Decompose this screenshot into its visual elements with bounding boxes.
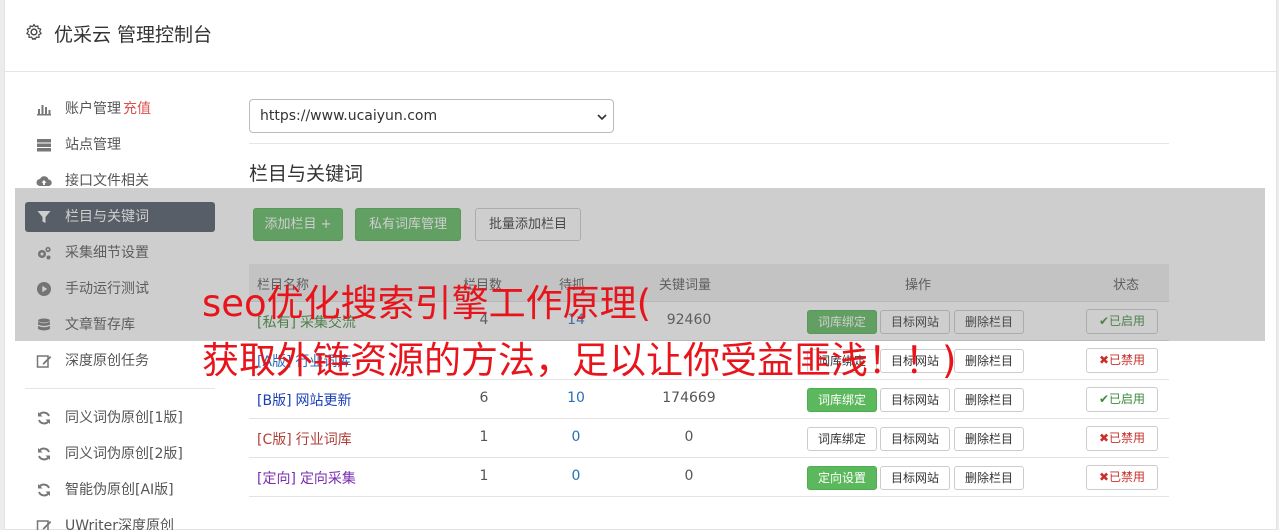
sidebar-divider xyxy=(25,388,215,389)
column-name[interactable]: 定向采集 xyxy=(300,471,356,487)
sidebar-item-ai-rewrite[interactable]: 智能伪原创[AI版] xyxy=(25,475,215,505)
table-row: [B版] 网站更新 6 10 174669 词库绑定 目标网站 删除栏目 ✔已启用 xyxy=(249,380,1169,419)
edit-icon xyxy=(36,355,52,368)
pending-count[interactable]: 0 xyxy=(561,429,591,445)
delete-column-button[interactable]: 删除栏目 xyxy=(954,466,1024,490)
gear-icon xyxy=(26,23,42,41)
sidebar-item-synonym-v1[interactable]: 同义词伪原创[1版] xyxy=(25,403,215,433)
column-count: 6 xyxy=(479,390,489,406)
sidebar-item-synonym-v2[interactable]: 同义词伪原创[2版] xyxy=(25,439,215,469)
sidebar-item-label: 智能伪原创[AI版] xyxy=(65,482,174,498)
column-tag: [B版] xyxy=(257,393,292,409)
edit-icon xyxy=(36,520,52,530)
sidebar-item-label: 同义词伪原创[1版] xyxy=(65,410,183,426)
status-toggle[interactable]: ✖已禁用 xyxy=(1086,426,1158,451)
column-name[interactable]: 行业词库 xyxy=(296,432,352,448)
delete-column-button[interactable]: 删除栏目 xyxy=(954,427,1024,451)
watermark-line-2: 获取外链资源的方法，足以让你受益匪浅！！) xyxy=(202,339,957,382)
section-title: 栏目与关键词 xyxy=(249,163,364,185)
sidebar-item-account[interactable]: 账户管理 充值 xyxy=(25,94,215,124)
pending-count[interactable]: 10 xyxy=(561,390,591,406)
recharge-link[interactable]: 充值 xyxy=(123,101,151,117)
target-site-button[interactable]: 目标网站 xyxy=(880,388,950,412)
lexicon-bind-button[interactable]: 词库绑定 xyxy=(807,427,877,451)
server-icon xyxy=(37,139,51,152)
top-bar: 优采云 管理控制台 xyxy=(5,0,1278,72)
status-toggle[interactable]: ✖已禁用 xyxy=(1086,348,1158,373)
status-toggle[interactable]: ✔已启用 xyxy=(1086,387,1158,412)
keyword-count: 0 xyxy=(684,468,694,484)
refresh-icon xyxy=(38,411,50,425)
refresh-icon xyxy=(38,447,50,461)
column-tag: [C版] xyxy=(257,432,292,448)
column-name[interactable]: 网站更新 xyxy=(296,393,352,409)
column-count: 1 xyxy=(479,468,489,484)
watermark-line-1: seo优化搜索引擎工作原理( xyxy=(202,282,652,325)
lexicon-bind-button[interactable]: 定向设置 xyxy=(807,466,877,490)
sidebar-item-label: 接口文件相关 xyxy=(65,173,149,189)
lexicon-bind-button[interactable]: 词库绑定 xyxy=(807,388,877,412)
sidebar-item-deep-original[interactable]: 深度原创任务 xyxy=(25,346,215,376)
divider xyxy=(249,143,1169,144)
table-row: [定向] 定向采集 1 0 0 定向设置 目标网站 删除栏目 ✖已禁用 xyxy=(249,458,1169,497)
column-tag: [定向] xyxy=(257,471,296,487)
bar-chart-icon xyxy=(37,105,51,116)
target-site-button[interactable]: 目标网站 xyxy=(880,466,950,490)
site-select[interactable]: https://www.ucaiyun.com xyxy=(249,99,614,133)
sidebar-item-label: UWriter深度原创 xyxy=(65,518,174,530)
target-site-button[interactable]: 目标网站 xyxy=(880,427,950,451)
keyword-count: 0 xyxy=(684,429,694,445)
column-name-cell: [C版] 行业词库 xyxy=(257,429,352,449)
app-title: 优采云 管理控制台 xyxy=(54,24,213,46)
sidebar-item-label: 深度原创任务 xyxy=(65,353,149,369)
sidebar-item-uwriter[interactable]: UWriter深度原创 xyxy=(25,511,215,530)
sidebar-item-label: 站点管理 xyxy=(65,137,121,153)
sidebar-item-label: 同义词伪原创[2版] xyxy=(65,446,183,462)
column-count: 1 xyxy=(479,429,489,445)
table-row: [C版] 行业词库 1 0 0 词库绑定 目标网站 删除栏目 ✖已禁用 xyxy=(249,419,1169,458)
keyword-count: 174669 xyxy=(662,390,716,406)
sidebar-item-label: 账户管理 xyxy=(65,101,121,117)
column-name-cell: [定向] 定向采集 xyxy=(257,468,356,488)
delete-column-button[interactable]: 删除栏目 xyxy=(954,388,1024,412)
column-name-cell: [B版] 网站更新 xyxy=(257,390,352,410)
sidebar-item-sites[interactable]: 站点管理 xyxy=(25,130,215,160)
pending-count[interactable]: 0 xyxy=(561,468,591,484)
chevron-down-icon xyxy=(597,114,607,121)
status-toggle[interactable]: ✖已禁用 xyxy=(1086,465,1158,490)
delete-column-button[interactable]: 删除栏目 xyxy=(954,349,1024,373)
site-select-value: https://www.ucaiyun.com xyxy=(260,108,438,124)
refresh-icon xyxy=(38,483,50,497)
cloud-upload-icon xyxy=(36,176,52,186)
